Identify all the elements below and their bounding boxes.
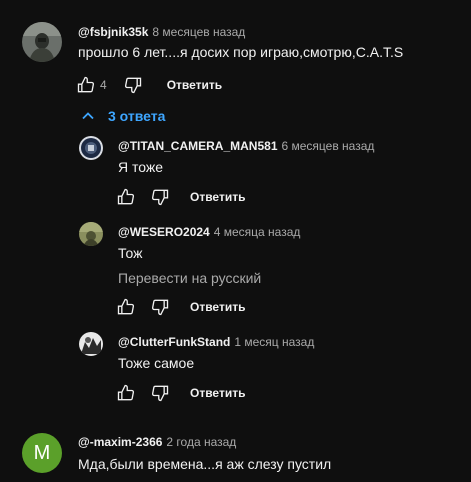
- dislike-button[interactable]: [148, 295, 172, 319]
- thumb-down-icon: [151, 299, 169, 316]
- reply-actions: Ответить: [114, 295, 245, 319]
- comment-author[interactable]: @-maxim-2366: [78, 435, 162, 449]
- reply-actions: Ответить: [114, 185, 245, 209]
- avatar[interactable]: [79, 222, 103, 246]
- avatar[interactable]: [22, 22, 62, 62]
- reply-button[interactable]: Ответить: [190, 190, 245, 204]
- reply-author[interactable]: @WESERO2024: [118, 225, 210, 239]
- reply-timestamp[interactable]: 6 месяцев назад: [282, 139, 375, 153]
- thumb-up-icon: [77, 76, 95, 93]
- reply-text: Тоже самое: [118, 355, 195, 371]
- reply-button[interactable]: Ответить: [190, 300, 245, 314]
- dislike-button[interactable]: [121, 73, 145, 97]
- reply-text: Тож: [118, 245, 143, 261]
- comment-timestamp[interactable]: 2 года назад: [166, 435, 236, 449]
- comment-text: Мда,были времена...я аж слезу пустил: [78, 456, 332, 472]
- reply-timestamp[interactable]: 1 месяц назад: [234, 335, 314, 349]
- reply-author[interactable]: @ClutterFunkStand: [118, 335, 230, 349]
- replies-toggle-button[interactable]: 3 ответа: [80, 106, 165, 126]
- translate-link[interactable]: Перевести на русский: [118, 268, 261, 288]
- thumb-down-icon: [124, 77, 141, 94]
- comment-timestamp[interactable]: 8 месяцев назад: [152, 25, 245, 39]
- dislike-button[interactable]: [148, 381, 172, 405]
- like-button[interactable]: [74, 73, 98, 97]
- reply-timestamp[interactable]: 4 месяца назад: [214, 225, 301, 239]
- avatar[interactable]: M: [22, 433, 62, 473]
- dislike-button[interactable]: [148, 185, 172, 209]
- comment-author[interactable]: @fsbjnik35k: [78, 25, 148, 39]
- thumb-up-icon: [117, 188, 135, 205]
- chevron-up-icon: [82, 112, 94, 120]
- reply-text: Я тоже: [118, 159, 164, 175]
- thumb-down-icon: [151, 385, 169, 402]
- like-button[interactable]: [114, 185, 138, 209]
- comment-text: прошло 6 лет....я досих пор играю,смотрю…: [78, 44, 404, 60]
- reply-button[interactable]: Ответить: [190, 386, 245, 400]
- thumb-up-icon: [117, 298, 135, 315]
- reply-button[interactable]: Ответить: [167, 78, 222, 92]
- thumb-up-icon: [117, 384, 135, 401]
- avatar[interactable]: [79, 332, 103, 356]
- comment-actions: 4 Ответить: [74, 73, 222, 97]
- avatar[interactable]: [79, 136, 103, 160]
- replies-count-label: 3 ответа: [108, 108, 166, 124]
- reply-actions: Ответить: [114, 381, 245, 405]
- thumb-down-icon: [151, 189, 169, 206]
- like-button[interactable]: [114, 295, 138, 319]
- like-button[interactable]: [114, 381, 138, 405]
- comments-section: @fsbjnik35k 8 месяцев назад прошло 6 лет.…: [0, 0, 471, 482]
- avatar-letter: M: [33, 441, 51, 464]
- reply-author[interactable]: @TITAN_CAMERA_MAN581: [118, 139, 278, 153]
- like-count: 4: [100, 78, 107, 92]
